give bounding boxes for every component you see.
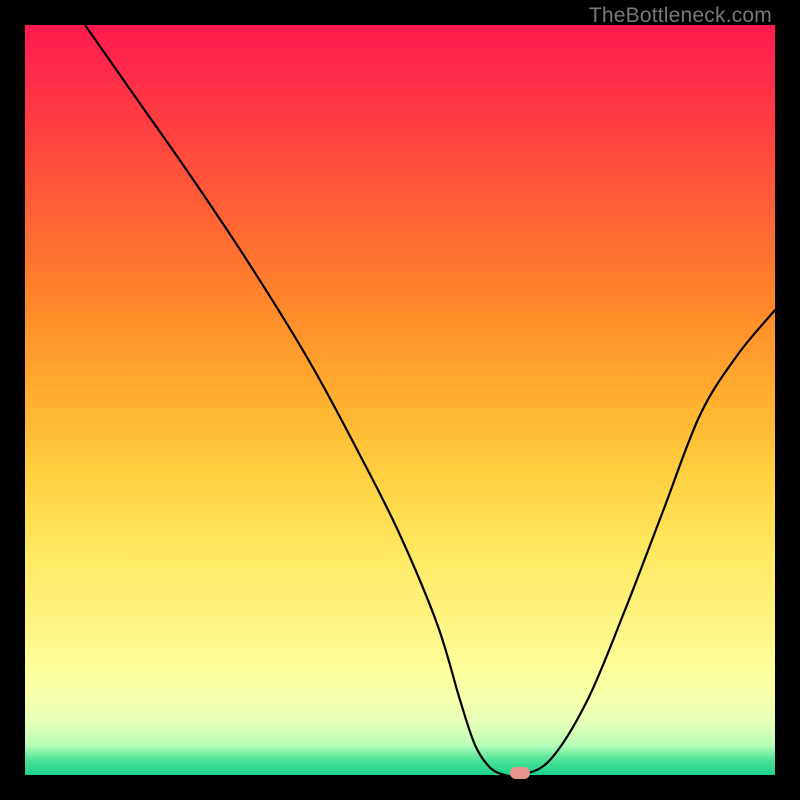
bottleneck-curve [25,25,775,775]
optimal-point-marker [510,767,530,779]
chart-plot-area [25,25,775,775]
chart-frame: TheBottleneck.com [0,0,800,800]
